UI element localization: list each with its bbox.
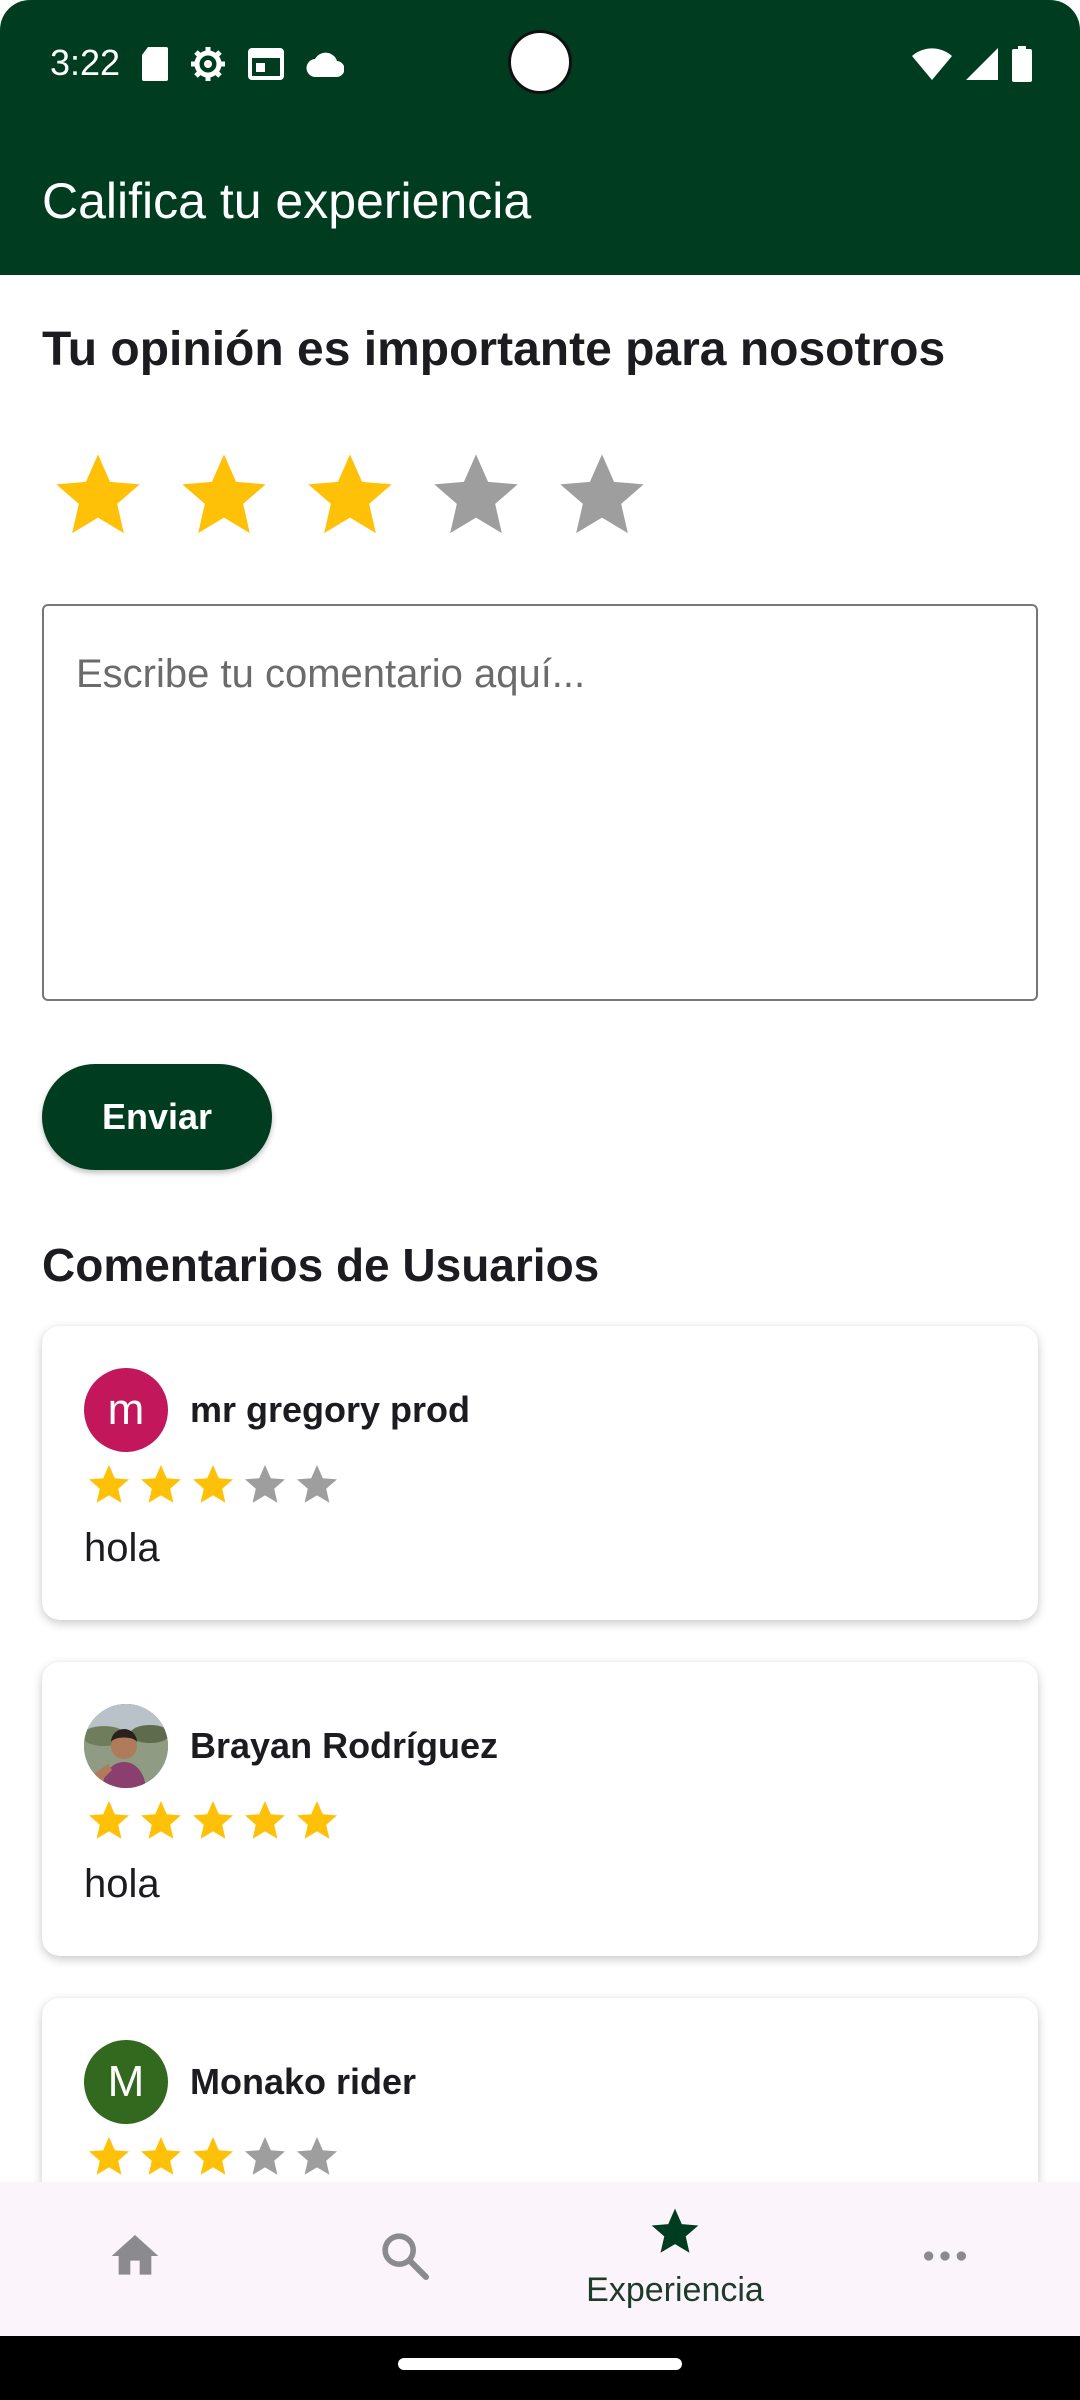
- cloud-icon: [306, 51, 345, 82]
- nav-item-more[interactable]: [810, 2182, 1080, 2336]
- comment-rating: [84, 2132, 342, 2182]
- nav-item-home[interactable]: [0, 2182, 270, 2336]
- star-empty-icon[interactable]: [546, 440, 658, 552]
- comment-card: M Monako rider: [42, 1998, 1038, 2198]
- app-bar-title: Califica tu experiencia: [42, 173, 532, 229]
- star-icon: [647, 2204, 703, 2265]
- star-empty-icon: [292, 1460, 342, 1510]
- status-icons-left: [142, 46, 345, 87]
- battery-icon: [1012, 46, 1032, 87]
- comment-text: hola: [84, 1862, 160, 1906]
- star-filled-icon: [240, 1796, 290, 1846]
- comment-header: Brayan Rodríguez: [84, 1704, 498, 1788]
- settings-gear-icon: [190, 46, 226, 87]
- user-name: Brayan Rodríguez: [190, 1725, 499, 1766]
- comment-text: hola: [84, 1526, 160, 1570]
- star-filled-icon: [84, 1796, 134, 1846]
- nav-label-experiencia: Experiencia: [586, 2271, 764, 2309]
- star-rating-input[interactable]: [42, 440, 658, 552]
- star-filled-icon: [292, 1796, 342, 1846]
- comment-header: m mr gregory prod: [84, 1368, 470, 1452]
- star-filled-icon[interactable]: [168, 440, 280, 552]
- status-time: 3:22: [50, 42, 121, 83]
- comments-section-title: Comentarios de Usuarios: [42, 1239, 600, 1291]
- star-filled-icon: [84, 2132, 134, 2182]
- wifi-icon: [912, 48, 952, 85]
- comment-card: Brayan Rodríguez hola: [42, 1662, 1038, 1956]
- calendar-icon: [248, 48, 284, 85]
- user-name: Monako rider: [190, 2061, 417, 2102]
- star-empty-icon: [240, 2132, 290, 2182]
- star-filled-icon: [136, 2132, 186, 2182]
- comment-rating: [84, 1460, 342, 1510]
- gesture-bar: [0, 2336, 1080, 2400]
- star-empty-icon[interactable]: [420, 440, 532, 552]
- star-filled-icon: [188, 2132, 238, 2182]
- comment-rating: [84, 1796, 342, 1846]
- star-filled-icon: [136, 1796, 186, 1846]
- star-filled-icon: [136, 1460, 186, 1510]
- star-filled-icon: [84, 1460, 134, 1510]
- nav-item-search[interactable]: [270, 2182, 540, 2336]
- star-empty-icon: [292, 2132, 342, 2182]
- user-name: mr gregory prod: [190, 1389, 471, 1430]
- star-filled-icon: [188, 1460, 238, 1510]
- star-filled-icon[interactable]: [294, 440, 406, 552]
- comment-card: m mr gregory prod hola: [42, 1326, 1038, 1620]
- app-bar: Califica tu experiencia: [0, 130, 1080, 275]
- home-icon: [107, 2228, 163, 2289]
- form-heading: Tu opinión es importante para nosotros: [42, 323, 946, 376]
- comment-input[interactable]: [76, 652, 1004, 953]
- avatar: m: [84, 1368, 168, 1452]
- avatar-photo: [84, 1704, 168, 1788]
- signal-icon: [966, 48, 998, 85]
- bottom-navigation: Experiencia: [0, 2182, 1080, 2336]
- sd-card-icon: [142, 47, 168, 86]
- nav-item-experiencia[interactable]: Experiencia: [540, 2182, 810, 2336]
- avatar: M: [84, 2040, 168, 2124]
- home-gesture-handle[interactable]: [398, 2358, 682, 2370]
- comment-header: M Monako rider: [84, 2040, 416, 2124]
- star-empty-icon: [240, 1460, 290, 1510]
- more-horizontal-icon: [917, 2228, 973, 2289]
- submit-button[interactable]: Enviar: [42, 1064, 272, 1170]
- status-bar: 3:22: [0, 0, 1080, 130]
- search-icon: [377, 2228, 433, 2289]
- comment-field[interactable]: [42, 604, 1038, 1001]
- star-filled-icon: [188, 1796, 238, 1846]
- star-filled-icon[interactable]: [42, 440, 154, 552]
- status-icons-right: [912, 46, 1032, 87]
- avatar: [84, 1704, 168, 1788]
- camera-cutout: [508, 30, 572, 94]
